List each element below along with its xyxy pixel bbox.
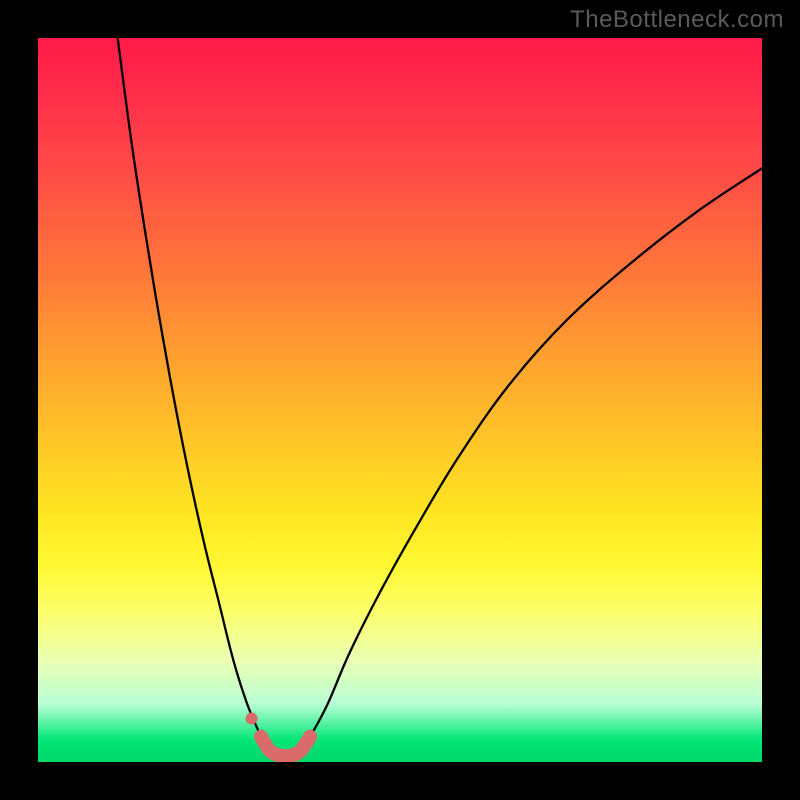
plot-area (38, 38, 762, 762)
chart-frame: TheBottleneck.com (0, 0, 800, 800)
bottleneck-curve-svg (38, 38, 762, 762)
bottleneck-basin-highlight (261, 737, 310, 757)
attribution-text: TheBottleneck.com (570, 6, 784, 34)
curve-marker-dot (246, 713, 258, 725)
bottleneck-curve (118, 38, 762, 756)
